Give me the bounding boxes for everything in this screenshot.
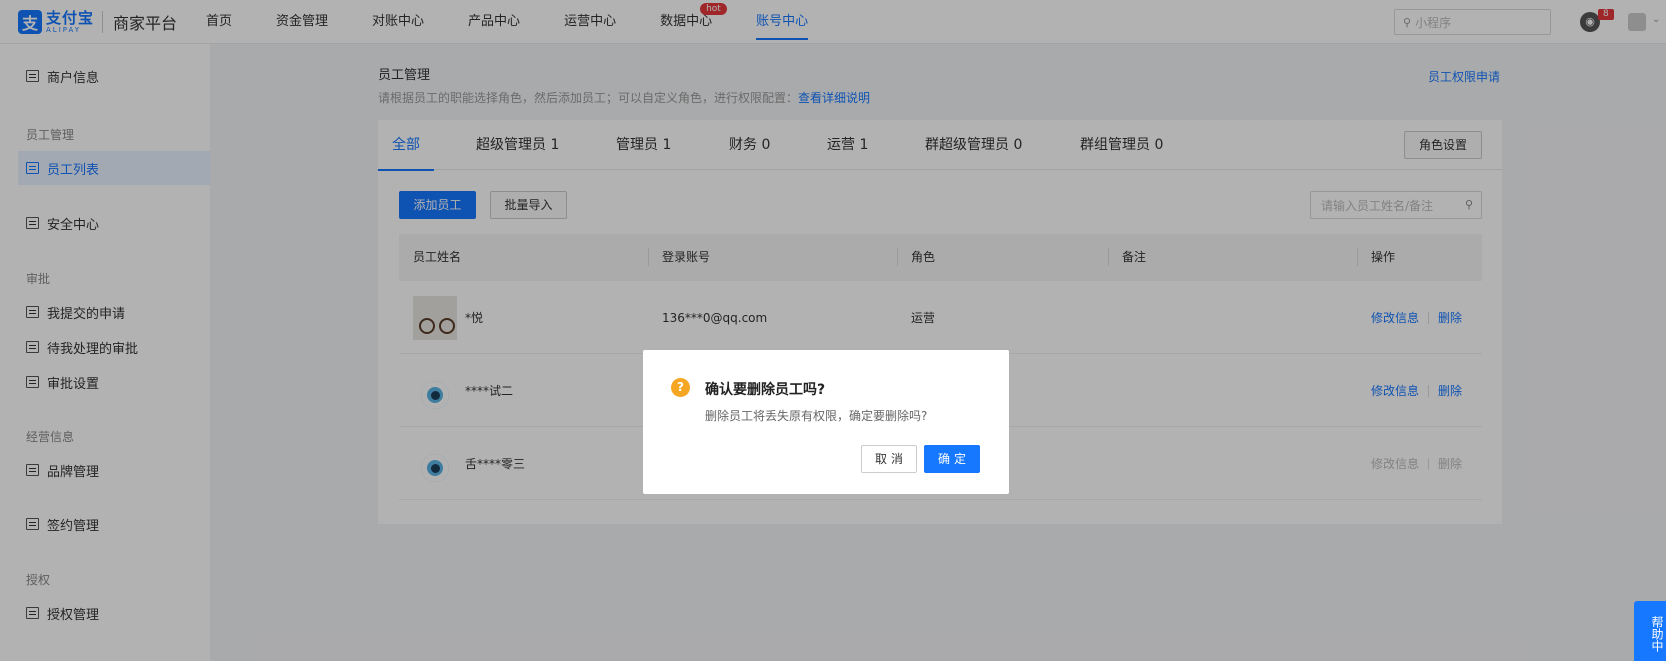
cancel-button[interactable]: 取消 bbox=[861, 445, 917, 473]
confirm-button[interactable]: 确定 bbox=[924, 445, 980, 473]
dialog-title: 确认要删除员工吗? bbox=[705, 382, 826, 398]
help-center-tab[interactable]: 帮助中 bbox=[1634, 601, 1666, 661]
confirm-delete-dialog: ? 确认要删除员工吗? 删除员工将丢失原有权限，确定要删除吗? 取消 确定 bbox=[643, 350, 1009, 494]
modal-backdrop[interactable] bbox=[0, 0, 1666, 661]
question-icon: ? bbox=[671, 378, 690, 397]
dialog-message: 删除员工将丢失原有权限，确定要删除吗? bbox=[705, 409, 928, 423]
